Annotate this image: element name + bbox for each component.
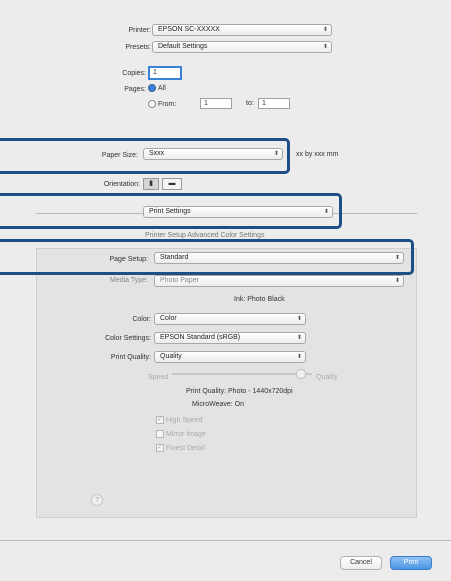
quality-info-line1: Print Quality: Photo - 1440x720dpi [186,388,293,395]
print-quality-popup[interactable]: Quality ⬍ [154,351,306,363]
chevron-updown-icon: ⬍ [296,335,302,341]
orientation-landscape-button[interactable]: ▬ [162,178,182,190]
copies-field[interactable]: 1 [148,66,182,80]
chevron-updown-icon: ⬍ [296,354,302,360]
radio-selected-icon [148,84,156,92]
printer-value: EPSON SC-XXXXX [158,26,220,33]
radio-icon [148,100,156,108]
pages-to-field[interactable]: 1 [258,98,290,109]
slider-speed-label: Speed [148,374,169,381]
chevron-updown-icon: ⬍ [322,27,328,33]
ink-info: Ink: Photo Black [234,296,285,303]
print-quality-label: Print Quality: [110,354,151,361]
section-menu-highlight [0,193,342,229]
bottom-divider [0,540,451,541]
finest-detail-label: Finest Detail [166,444,205,452]
pages-from-option[interactable]: From: [148,100,176,108]
media-type-label: Media Type: [109,277,148,284]
finest-detail-checkbox[interactable]: ✓ Finest Detail [156,444,205,452]
pages-label: Pages: [124,86,146,93]
color-value: Color [160,315,177,322]
printer-popup[interactable]: EPSON SC-XXXXX ⬍ [152,24,332,36]
color-settings-popup[interactable]: EPSON Standard (sRGB) ⬍ [154,332,306,344]
pages-from-field[interactable]: 1 [200,98,232,109]
print-label: Print [403,559,419,566]
checkmark-icon: ✓ [156,416,164,424]
paper-size-highlight [0,138,290,174]
mirror-image-checkbox[interactable]: Mirror Image [156,430,206,438]
high-speed-label: High Speed [166,416,203,424]
presets-popup[interactable]: Default Settings ⬍ [152,41,332,53]
chevron-updown-icon: ⬍ [322,44,328,50]
page-setup-highlight [0,239,414,275]
printer-label: Printer: [128,27,151,34]
help-button[interactable]: ? [91,494,103,506]
mirror-image-label: Mirror Image [166,430,206,438]
color-settings-label: Color Settings: [105,335,151,342]
chevron-updown-icon: ⬍ [394,278,400,284]
checkmark-icon: ✓ [156,444,164,452]
media-type-value: Photo Paper [160,277,199,284]
speed-quality-slider-track[interactable] [172,373,312,375]
high-speed-checkbox[interactable]: ✓ High Speed [156,416,203,424]
slider-quality-label: Quality [316,374,338,381]
chevron-updown-icon: ⬍ [296,316,302,322]
print-button[interactable]: Print [390,556,432,570]
presets-value: Default Settings [158,43,208,50]
checkbox-icon [156,430,164,438]
cancel-button[interactable]: Cancel [340,556,382,570]
copies-label: Copies: [122,70,146,77]
orientation-portrait-button[interactable]: ▮ [143,178,159,190]
presets-label: Presets: [125,44,151,51]
color-popup[interactable]: Color ⬍ [154,313,306,325]
settings-panel [36,248,417,518]
landscape-person-icon: ▬ [168,180,176,187]
pages-all-option[interactable]: All [148,84,166,92]
help-label: ? [95,497,99,504]
cancel-label: Cancel [350,559,372,566]
pages-to-label: to: [246,100,254,107]
color-settings-value: EPSON Standard (sRGB) [160,334,241,341]
paper-size-note: xx by xxx mm [296,151,339,158]
pages-from-label: From: [158,100,177,108]
pages-all-label: All [158,84,166,92]
color-label: Color: [132,316,151,323]
orientation-label: Orientation: [103,181,140,188]
media-type-popup[interactable]: Photo Paper ⬍ [154,275,404,287]
quality-info-line2: MicroWeave: On [192,401,244,408]
speed-quality-slider-knob[interactable] [296,369,306,379]
settings-tabs[interactable]: Printer Setup Advanced Color Settings [145,232,264,239]
portrait-person-icon: ▮ [149,180,153,187]
print-quality-value: Quality [160,353,182,360]
